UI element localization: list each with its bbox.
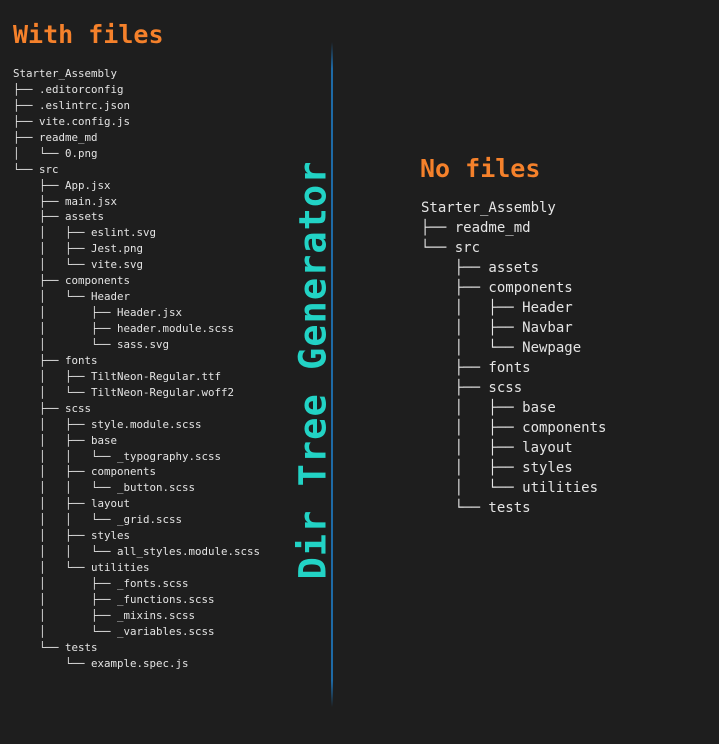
tree-line-with-files: │ ├── header.module.scss [13, 322, 235, 335]
tree-line-with-files: ├── components [13, 274, 131, 288]
tree-line-with-files: │ ├── styles [13, 529, 131, 543]
tree-line-with-files: ├── main.jsx [13, 194, 118, 208]
tree-line-with-files: │ ├── TiltNeon-Regular.ttf [13, 369, 222, 383]
tree-line-with-files: │ ├── _fonts.scss [13, 577, 189, 590]
tree-line-with-files: │ │ └── all_styles.module.scss [13, 545, 261, 559]
tree-line-no-files: Starter_Assembly [421, 200, 556, 216]
tree-line-no-files: │ ├── styles [421, 460, 573, 476]
tree-line-with-files: │ └── TiltNeon-Regular.woff2 [13, 385, 235, 399]
tree-line-with-files: ├── assets [13, 210, 105, 224]
tree-line-with-files: │ │ └── _grid.scss [13, 513, 183, 527]
tree-line-with-files: │ │ └── _button.scss [13, 481, 196, 495]
tree-line-with-files: │ └── sass.svg [13, 337, 170, 351]
tree-line-no-files: │ └── utilities [421, 480, 599, 496]
tree-line-with-files: │ └── utilities [13, 561, 150, 575]
tree-line-with-files: │ ├── eslint.svg [13, 226, 157, 240]
tree-line-no-files: ├── fonts [421, 360, 531, 376]
tree-line-no-files: │ ├── base [421, 400, 556, 416]
tree-line-with-files: │ ├── layout [13, 497, 131, 511]
tree-line-with-files: Starter_Assembly [13, 67, 118, 80]
tree-no-files: Starter_Assembly ├── readme_md └── src ├──… [421, 198, 606, 518]
tree-line-no-files: │ ├── layout [421, 440, 573, 456]
tree-line-with-files: │ ├── Jest.png [13, 242, 144, 256]
tree-line-no-files: │ ├── Navbar [421, 320, 573, 336]
tree-line-with-files: │ │ └── _typography.scss [13, 449, 222, 463]
tree-line-with-files: │ └── 0.png [13, 146, 98, 160]
tree-line-no-files: └── src [421, 240, 481, 256]
tree-line-no-files: ├── assets [421, 260, 540, 276]
tree-line-with-files: │ └── vite.svg [13, 258, 144, 272]
tree-line-with-files: │ └── Header [13, 290, 131, 304]
tree-line-with-files: ├── App.jsx [13, 178, 111, 192]
tree-line-with-files: │ ├── style.module.scss [13, 417, 202, 431]
tree-line-with-files: │ ├── base [13, 433, 118, 447]
tree-line-with-files: ├── fonts [13, 353, 98, 367]
tree-line-no-files: │ └── Newpage [421, 340, 582, 356]
tree-line-no-files: ├── components [421, 280, 573, 296]
tree-line-with-files: │ ├── components [13, 465, 157, 479]
tree-line-no-files: │ ├── Header [421, 300, 573, 316]
tree-line-with-files: ├── scss [13, 401, 92, 415]
tree-line-with-files: │ ├── _functions.scss [13, 592, 215, 606]
tree-line-with-files: └── src [13, 162, 59, 176]
tree-line-with-files: ├── readme_md [13, 130, 98, 144]
tree-line-with-files: │ ├── _mixins.scss [13, 608, 196, 622]
tree-line-with-files: │ ├── Header.jsx [13, 306, 183, 320]
tree-line-with-files: ├── .editorconfig [13, 82, 124, 96]
tree-line-with-files: ├── .eslintrc.json [13, 98, 131, 112]
dir-tree-generator-title: Dir Tree Generator [291, 160, 335, 580]
tree-line-with-files: └── tests [13, 640, 98, 654]
tree-line-no-files: ├── scss [421, 380, 523, 396]
no-files-heading: No files [420, 154, 541, 183]
tree-line-no-files: ├── readme_md [421, 220, 531, 236]
tree-line-with-files: ├── vite.config.js [13, 114, 131, 128]
tree-line-no-files: └── tests [421, 500, 531, 516]
with-files-heading: With files [13, 20, 164, 49]
tree-line-with-files: │ └── _variables.scss [13, 624, 215, 638]
tree-line-no-files: │ ├── components [421, 420, 607, 436]
tree-with-files: Starter_Assembly ├── .editorconfig ├── .es… [13, 66, 260, 672]
tree-line-with-files: └── example.spec.js [13, 656, 189, 670]
